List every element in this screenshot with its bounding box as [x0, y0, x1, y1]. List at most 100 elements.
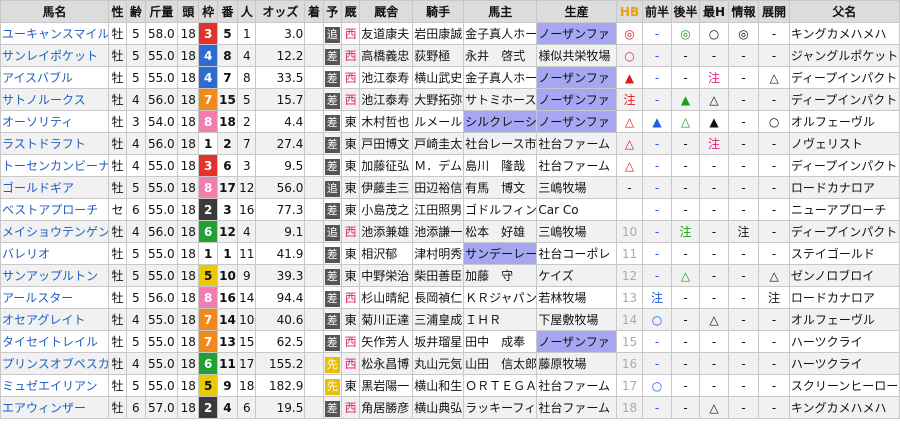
column-header-field-size[interactable]: 頭 [177, 0, 200, 23]
horse-name-link[interactable]: アールスター [0, 286, 109, 309]
horse-name-link[interactable]: タイセイトレイル [0, 330, 109, 353]
table-row[interactable]: オーソリティ牡 3 54.0 18 8 18 2 4.4 差東木村哲也 ルメール シルクレーシ ノーザ… [0, 110, 900, 133]
horse-name-link[interactable]: オセアグレイト [0, 308, 109, 331]
info-mark: - [727, 264, 760, 287]
column-header-sex[interactable]: 性 [107, 0, 128, 23]
horse-number: 6 [216, 154, 239, 177]
column-header-age[interactable]: 齢 [126, 0, 146, 23]
hb-mark: 注 [615, 88, 644, 111]
first-half-mark: - [642, 242, 672, 265]
column-header-info[interactable]: 情報 [727, 0, 760, 23]
table-row[interactable]: メイショウテンゲン牡 4 56.0 18 6 12 4 9.1 追西池添兼雄 池添謙一 松本 好雄三… [0, 220, 900, 243]
prediction-tag-label: 先 [324, 378, 340, 395]
age: 5 [126, 264, 146, 287]
column-header-waku[interactable]: 枠 [198, 0, 218, 23]
trainer: 菊川正達 [359, 308, 414, 331]
prediction-tag-label: 差 [324, 334, 340, 351]
table-row[interactable]: エアウィンザー牡 6 57.0 18 2 4 6 19.5 差西角居勝彦 横山典弘 ラッキーフィ 社台… [0, 396, 900, 419]
column-header-trainer[interactable]: 厩舎 [359, 0, 414, 23]
column-header-breeder[interactable]: 生産 [536, 0, 617, 23]
table-row[interactable]: バレリオ牡 5 55.0 18 1 1 11 41.9 差東相沢郁 津村明秀 サンデーレー 社台コーポ… [0, 242, 900, 265]
column-header-number[interactable]: 番 [216, 0, 239, 23]
column-header-first-half[interactable]: 前半 [642, 0, 672, 23]
horse-name-link[interactable]: バレリオ [0, 242, 109, 265]
first-half-mark: - [642, 88, 672, 111]
horse-name-link[interactable]: トーセンカンビーナ [0, 154, 109, 177]
horse-name-link[interactable]: ゴールドギア [0, 176, 109, 199]
column-header-hb[interactable]: HB [615, 0, 644, 23]
pace-mark: - [758, 220, 790, 243]
prediction-tag: 追 [322, 22, 342, 45]
sex: 牡 [107, 154, 128, 177]
first-half-mark: - [642, 66, 672, 89]
column-header-sire[interactable]: 父名 [788, 0, 900, 23]
column-header-pace[interactable]: 展開 [758, 0, 790, 23]
table-row[interactable]: サンアップルトン牡 5 55.0 18 5 10 9 39.3 差東中野栄治 柴田善臣 加藤 守ケイ… [0, 264, 900, 287]
max-h-mark: - [699, 198, 729, 221]
table-row[interactable]: ラストドラフト牡 4 56.0 18 1 2 7 27.4 差東戸田博文 戸崎圭太 社台レース市 社台… [0, 132, 900, 155]
horse-name-link[interactable]: アイスバブル [0, 66, 109, 89]
horse-name-link[interactable]: ミュゼエイリアン [0, 374, 109, 397]
breeder: 社台ファーム [536, 132, 617, 155]
table-row[interactable]: プリンスオブペスカ牡 4 55.0 18 6 11 17 155.2 先西松永昌博 丸山元気 山田 … [0, 352, 900, 375]
horse-name-link[interactable]: ラストドラフト [0, 132, 109, 155]
horse-name-link[interactable]: サンレイポケット [0, 44, 109, 67]
second-half-mark: - [670, 132, 701, 155]
sex: 牡 [107, 286, 128, 309]
table-row[interactable]: アイスバブル牡 5 55.0 18 4 7 8 33.5 差西池江泰寿 横山武史 金子真人ホー ノーザ… [0, 66, 900, 89]
column-header-prediction[interactable]: 予 [322, 0, 342, 23]
second-half-mark: - [670, 308, 701, 331]
table-row[interactable]: ユーキャンスマイル牡 5 58.0 18 3 5 1 3.0 追西友道康夫 岩田康誠 金子真人ホーノ… [0, 22, 900, 45]
sire: スクリーンヒーロー [788, 374, 900, 397]
table-row[interactable]: アールスター牡 5 56.0 18 8 16 14 94.4 差西杉山晴紀 長岡禎仁 ＫＲジャパン若… [0, 286, 900, 309]
breeder: 様似共栄牧場 [536, 44, 617, 67]
horse-number: 8 [216, 44, 239, 67]
age: 5 [126, 330, 146, 353]
horse-name-link[interactable]: ユーキャンスマイル [0, 22, 109, 45]
prediction-tag-label: 差 [324, 70, 340, 87]
waku-badge: 7 [198, 330, 218, 353]
table-row[interactable]: ベストアプローチセ 6 55.0 18 2 3 16 77.3 差東小島茂之 江田照男 ゴドルフィン… [0, 198, 900, 221]
first-half-mark: ○ [642, 374, 672, 397]
column-header-second-half[interactable]: 後半 [670, 0, 701, 23]
field-size: 18 [177, 308, 200, 331]
sire: ハーツクライ [788, 330, 900, 353]
finish [304, 374, 324, 397]
horse-name-link[interactable]: プリンスオブペスカ [0, 352, 109, 375]
column-header-horse-name[interactable]: 馬名 [0, 0, 109, 23]
info-mark: - [727, 44, 760, 67]
column-header-weight[interactable]: 斤量 [144, 0, 179, 23]
first-half-mark: - [642, 154, 672, 177]
column-header-owner[interactable]: 馬主 [463, 0, 538, 23]
horse-name-link[interactable]: エアウィンザー [0, 396, 109, 419]
first-half-mark: - [642, 330, 672, 353]
table-row[interactable]: サンレイポケット牡 5 55.0 18 4 8 4 12.2 差西高橋義忠 荻野極 永井 啓弍 様似共… [0, 44, 900, 67]
table-row[interactable]: ミュゼエイリアン牡 5 55.0 18 5 9 18 182.9 先東黒岩陽一 横山和生 ＯＲＴＥＧ… [0, 374, 900, 397]
column-header-jockey[interactable]: 騎手 [412, 0, 465, 23]
field-size: 18 [177, 88, 200, 111]
table-row[interactable]: サトノルークス牡 4 56.0 18 7 15 5 15.7 差西池江泰寿 大野拓弥 サトミホースノ… [0, 88, 900, 111]
horse-name-link[interactable]: ベストアプローチ [0, 198, 109, 221]
column-header-stable-region[interactable]: 厩 [340, 0, 361, 23]
weight: 55.0 [144, 264, 179, 287]
column-header-max-h[interactable]: 最H [699, 0, 729, 23]
second-half-mark: - [670, 330, 701, 353]
table-row[interactable]: オセアグレイト牡 4 55.0 18 7 14 10 40.6 差東菊川正達 三浦皇成 ＩＨＲ 下屋敷… [0, 308, 900, 331]
table-row[interactable]: タイセイトレイル牡 5 55.0 18 7 13 15 62.5 差西矢作芳人 坂井瑠星 田中 成奉… [0, 330, 900, 353]
horse-name-link[interactable]: サンアップルトン [0, 264, 109, 287]
horse-name-link[interactable]: サトノルークス [0, 88, 109, 111]
horse-name-link[interactable]: メイショウテンゲン [0, 220, 109, 243]
prediction-tag: 先 [322, 352, 342, 375]
breeder: 若林牧場 [536, 286, 617, 309]
horse-name-link[interactable]: オーソリティ [0, 110, 109, 133]
table-row[interactable]: トーセンカンビーナ牡 4 55.0 18 3 6 3 9.5 差東加藤征弘 Ｍ．デム 島川 隆哉 社台… [0, 154, 900, 177]
column-header-popularity[interactable]: 人 [237, 0, 257, 23]
sex: 牡 [107, 110, 128, 133]
column-header-finish[interactable]: 着 [304, 0, 324, 23]
stable-region: 西 [340, 396, 361, 419]
stable-region: 西 [340, 352, 361, 375]
column-header-odds[interactable]: オッズ [255, 0, 306, 23]
table-row[interactable]: ゴールドギア牡 5 55.0 18 8 17 12 56.0 追東伊藤圭三 田辺裕信 有馬 博文 三嶋… [0, 176, 900, 199]
popularity: 17 [237, 352, 257, 375]
hb-mark: 18 [615, 396, 644, 419]
